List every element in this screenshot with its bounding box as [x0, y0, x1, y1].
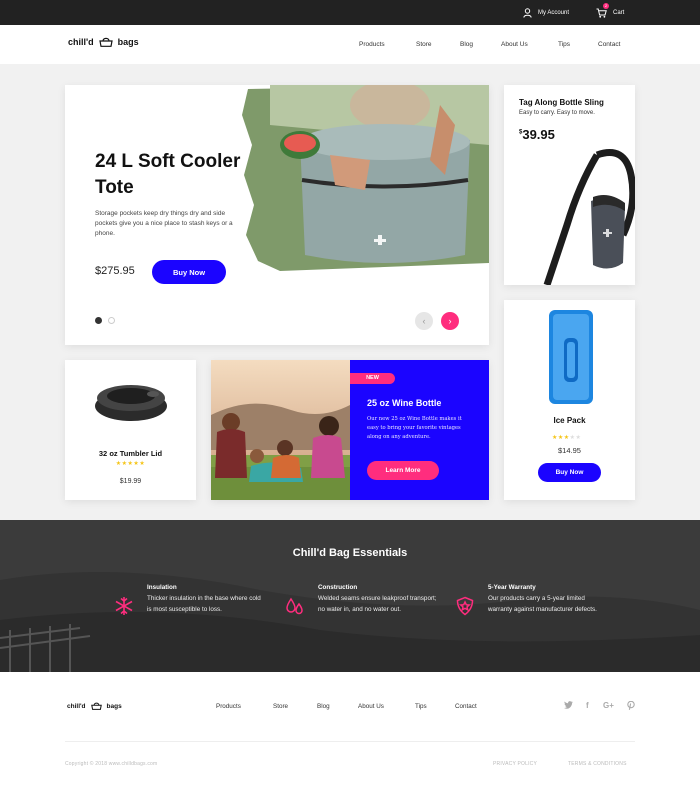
pinterest-icon[interactable]	[627, 701, 635, 710]
shield-star-icon	[456, 596, 474, 616]
hero-price: $275.95	[95, 265, 135, 277]
footer-link-tips[interactable]: Tips	[415, 703, 427, 710]
hero-slider: 24 L Soft Cooler Tote Storage pockets ke…	[65, 85, 489, 345]
nav-store[interactable]: Store	[416, 41, 432, 48]
brand-name-right: bags	[117, 37, 139, 47]
rating-stars: ★★★★★	[552, 434, 581, 441]
nav-tips[interactable]: Tips	[558, 41, 570, 48]
feature-insulation: Insulation Thicker insulation in the bas…	[147, 584, 267, 615]
essentials-section: Chill'd Bag Essentials Insulation Thicke…	[0, 520, 700, 672]
brand-name-right: bags	[106, 702, 122, 710]
promo-title: 25 oz Wine Bottle	[367, 398, 442, 408]
hero-description: Storage pockets keep dry things dry and …	[95, 210, 233, 237]
slider-dot[interactable]	[108, 317, 115, 324]
feature-title: Construction	[318, 584, 358, 591]
user-icon	[523, 7, 532, 18]
product-subtitle: Easy to carry. Easy to move.	[519, 110, 595, 116]
feature-text: Thicker insulation in the base where col…	[147, 595, 261, 613]
promo-description: Our new 25 oz Wine Bottle makes it easy …	[367, 416, 462, 440]
stars-filled: ★★★	[552, 435, 570, 441]
ice-pack-image	[549, 310, 593, 404]
nav-contact[interactable]: Contact	[598, 41, 620, 48]
feature-title: Insulation	[147, 584, 177, 591]
cart-label: Cart	[613, 9, 625, 16]
main-navbar: chill'd bags Products Store Blog About U…	[0, 25, 700, 64]
product-price: $39.95	[519, 127, 555, 142]
footer-brand-logo[interactable]: chill'd bags	[67, 702, 122, 710]
my-account-label: My Account	[538, 9, 570, 16]
rating-stars: ★★★★★	[115, 461, 146, 467]
water-drops-icon	[286, 597, 303, 615]
wine-promo-panel: NEW 25 oz Wine Bottle Our new 25 oz Wine…	[350, 360, 489, 500]
bag-logo-icon	[90, 702, 102, 710]
nav-products[interactable]: Products	[359, 41, 385, 48]
cart-link[interactable]: 2 Cart	[596, 0, 624, 25]
snowflake-icon	[115, 597, 133, 615]
footer-link-blog[interactable]: Blog	[317, 703, 330, 710]
slider-next-button[interactable]: ›	[441, 312, 459, 330]
cooler-tote-image	[242, 85, 489, 271]
essentials-heading: Chill'd Bag Essentials	[292, 547, 408, 559]
twitter-icon[interactable]	[564, 701, 573, 709]
footer-link-about-us[interactable]: About Us	[358, 703, 384, 710]
feature-warranty: 5-Year Warranty Our products carry a 5-y…	[488, 584, 608, 615]
friends-picnic-photo	[211, 360, 350, 500]
feature-text: Our products carry a 5-year limited warr…	[488, 595, 597, 613]
nav-about-us[interactable]: About Us	[501, 41, 528, 48]
chevron-right-icon: ›	[448, 316, 452, 326]
price-value: 39.95	[522, 127, 555, 142]
stars-empty: ★★	[569, 435, 582, 441]
learn-more-button[interactable]: Learn More	[367, 461, 439, 480]
ice-pack-buy-now-button[interactable]: Buy Now	[538, 463, 601, 482]
my-account-link[interactable]: My Account	[523, 0, 569, 25]
brand-name-left: chill'd	[68, 37, 94, 47]
hero-title: 24 L Soft Cooler Tote	[95, 151, 241, 198]
cart-icon	[596, 8, 607, 18]
cart-count-badge: 2	[603, 3, 609, 9]
product-title: Ice Pack	[553, 416, 586, 425]
facebook-icon[interactable]: f	[586, 701, 589, 710]
nav-blog[interactable]: Blog	[460, 41, 473, 48]
terms-link[interactable]: TERMS & CONDITIONS	[568, 761, 627, 767]
new-badge: NEW	[350, 373, 395, 384]
privacy-policy-link[interactable]: PRIVACY POLICY	[493, 761, 537, 767]
feature-construction: Construction Welded seams ensure leakpro…	[318, 584, 438, 615]
product-card-ice-pack[interactable]: Ice Pack ★★★★★ $14.95 Buy Now	[504, 300, 635, 500]
footer-link-contact[interactable]: Contact	[455, 703, 477, 710]
footer-link-products[interactable]: Products	[216, 703, 241, 710]
feature-title: 5-Year Warranty	[488, 584, 536, 591]
footer: chill'd bags Products Store Blog About U…	[0, 672, 700, 787]
google-plus-icon[interactable]: G+	[603, 701, 614, 710]
copyright-text: Copyright © 2018 www.chilldbags.com	[65, 761, 158, 767]
footer-divider	[65, 741, 635, 742]
product-card-tumbler-lid[interactable]: 32 oz Tumbler Lid ★★★★★ $19.99	[65, 360, 196, 500]
promo-card-wine-bottle: NEW 25 oz Wine Bottle Our new 25 oz Wine…	[211, 360, 489, 500]
slider-prev-button[interactable]: ‹	[415, 312, 433, 330]
hero-buy-now-button[interactable]: Buy Now	[152, 260, 226, 284]
product-price: $19.99	[119, 478, 142, 485]
top-utility-bar: My Account 2 Cart	[0, 0, 700, 25]
product-card-bottle-sling[interactable]: Tag Along Bottle Sling Easy to carry. Ea…	[504, 85, 635, 285]
bag-logo-icon	[98, 37, 113, 47]
brand-logo[interactable]: chill'd bags	[68, 37, 139, 47]
chevron-left-icon: ‹	[422, 316, 426, 326]
tumbler-lid-image	[95, 385, 167, 421]
feature-text: Welded seams ensure leakproof transport;…	[318, 595, 437, 613]
bottle-sling-image	[543, 149, 635, 285]
brand-name-left: chill'd	[67, 702, 86, 710]
product-price: $14.95	[558, 446, 581, 455]
slider-dot-active[interactable]	[95, 317, 102, 324]
footer-link-store[interactable]: Store	[273, 703, 288, 710]
product-title: Tag Along Bottle Sling	[519, 98, 604, 107]
product-title: 32 oz Tumbler Lid	[98, 449, 163, 458]
